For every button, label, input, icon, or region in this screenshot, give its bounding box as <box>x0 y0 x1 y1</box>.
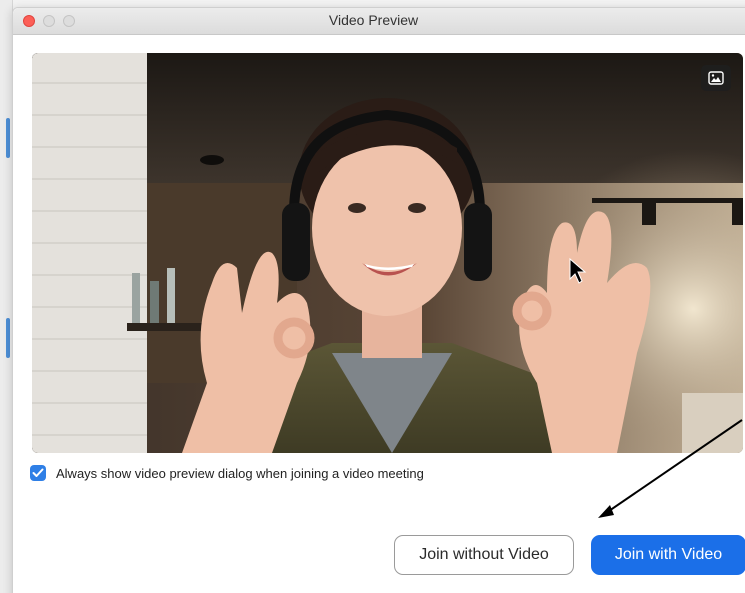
join-with-video-button[interactable]: Join with Video <box>591 535 745 575</box>
video-preview-window: Video Preview Always show video preview … <box>12 7 745 593</box>
join-without-video-button[interactable]: Join without Video <box>394 535 574 575</box>
always-show-preview-option[interactable]: Always show video preview dialog when jo… <box>30 465 424 481</box>
video-preview <box>32 53 743 453</box>
background-accent <box>6 318 10 358</box>
checkmark-icon <box>32 468 44 477</box>
always-show-preview-checkbox[interactable] <box>30 465 46 481</box>
screen: Video Preview Always show video preview … <box>0 0 745 593</box>
window-title: Video Preview <box>328 12 419 28</box>
always-show-preview-label: Always show video preview dialog when jo… <box>56 465 424 481</box>
background-accent <box>6 118 10 158</box>
camera-preview-image <box>32 53 743 453</box>
title-bar: Video Preview <box>13 8 745 35</box>
picture-in-picture-icon[interactable] <box>701 65 731 91</box>
